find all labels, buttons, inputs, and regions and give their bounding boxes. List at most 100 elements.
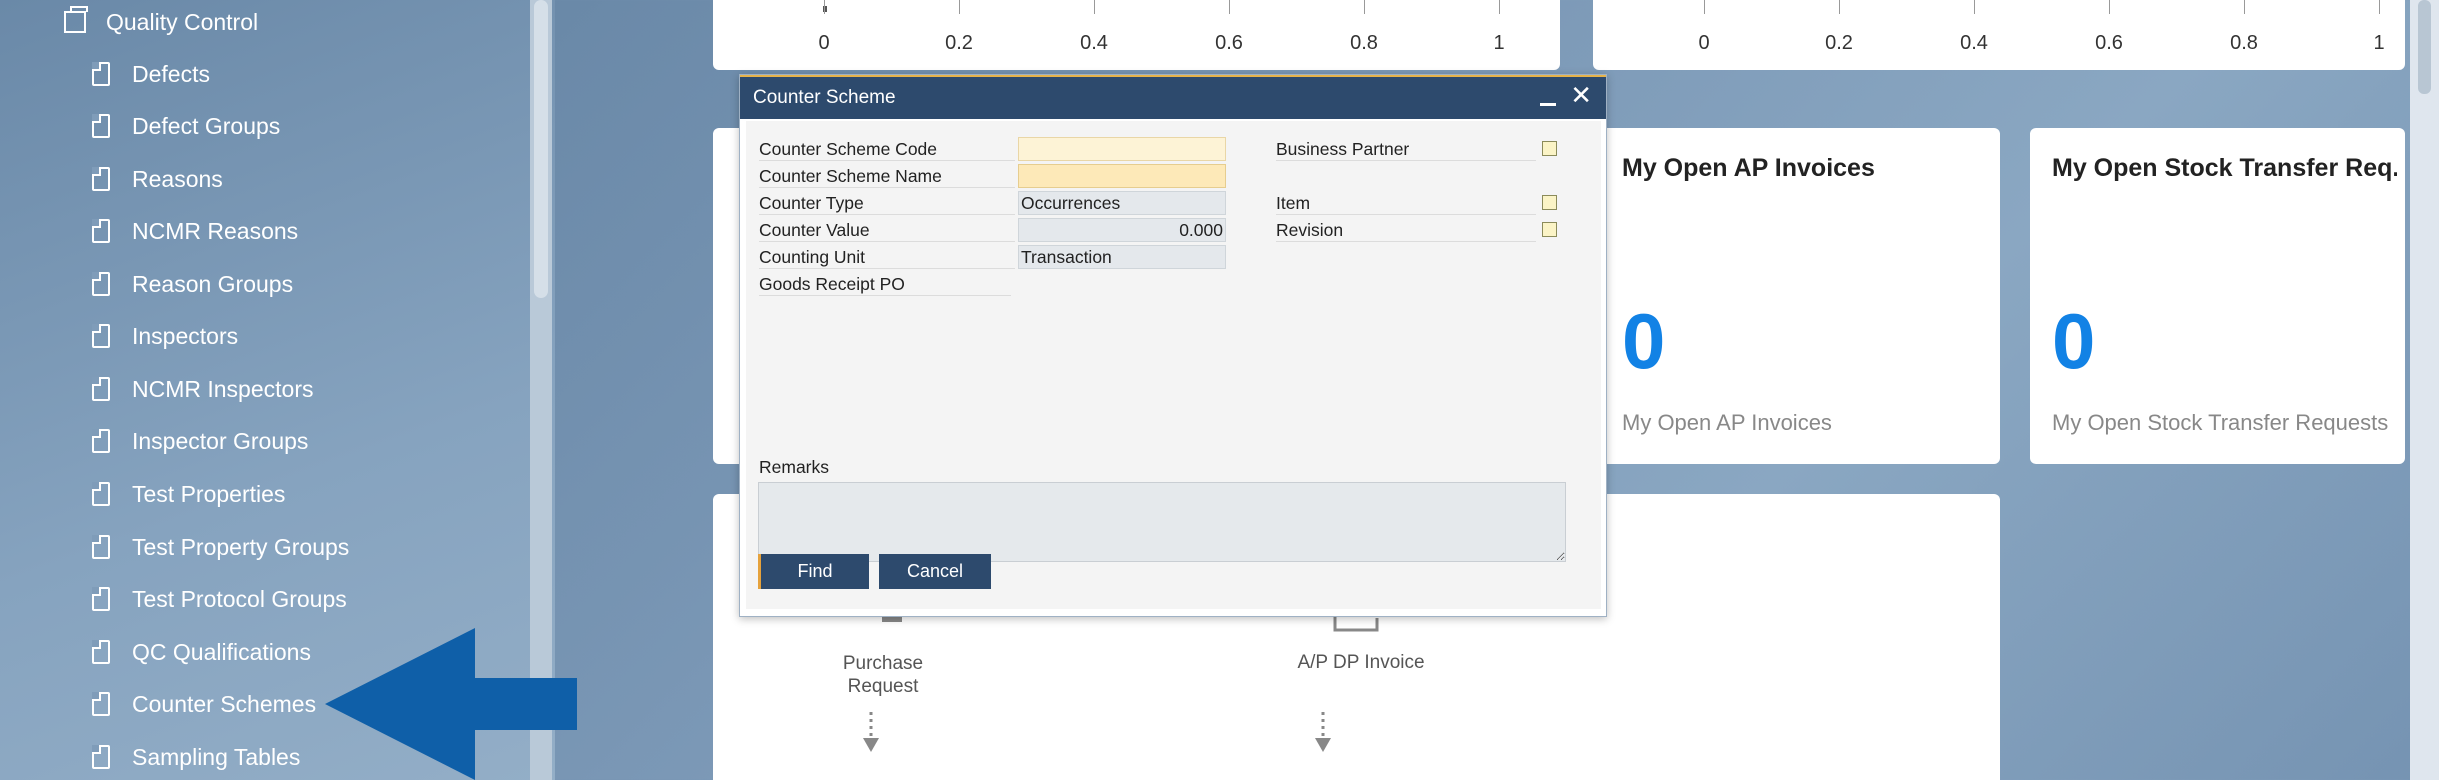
- document-icon: [92, 219, 110, 243]
- sidebar-item-test-protocol-groups[interactable]: Test Protocol Groups: [92, 579, 347, 619]
- page-scrollbar[interactable]: [2410, 0, 2439, 780]
- close-icon[interactable]: ✕: [1570, 79, 1592, 111]
- axis-tick-label: 1: [2373, 32, 2385, 54]
- sidebar-item-label: Defects: [132, 60, 210, 87]
- sidebar-item-label: Sampling Tables: [132, 743, 301, 770]
- axis-tick: [824, 0, 825, 14]
- document-icon: [92, 272, 110, 296]
- sidebar-item-defect-groups[interactable]: Defect Groups: [92, 106, 280, 146]
- item-checkbox[interactable]: [1542, 195, 1557, 210]
- chart-axis-left: 0 0.2 0.4 0.6 0.8 1: [713, 0, 1560, 60]
- card-subtitle: My Open AP Invoices: [1622, 410, 1832, 435]
- sidebar-item-qc-qualifications[interactable]: QC Qualifications: [92, 632, 311, 672]
- sidebar-item-test-property-groups[interactable]: Test Property Groups: [92, 527, 349, 567]
- flow-label-ap-dp-invoice[interactable]: A/P DP Invoice: [1281, 652, 1441, 674]
- axis-tick-label: 0.8: [1350, 32, 1378, 54]
- sidebar-item-inspector-groups[interactable]: Inspector Groups: [92, 421, 308, 461]
- sidebar-item-ncmr-reasons[interactable]: NCMR Reasons: [92, 211, 298, 251]
- item-label: Item: [1276, 191, 1536, 215]
- sidebar-item-sampling-tables[interactable]: Sampling Tables: [92, 737, 300, 777]
- document-icon: [92, 167, 110, 191]
- axis-tick: [1704, 0, 1705, 14]
- document-icon: [92, 482, 110, 506]
- card-title: My Open Stock Transfer Req...: [2052, 154, 2397, 182]
- axis-tick-label: 1: [1493, 32, 1505, 54]
- axis-tick: [1229, 0, 1230, 14]
- counter-value-label: Counter Value: [759, 218, 1015, 242]
- chart-card-right: 0 0.2 0.4 0.6 0.8 1: [1593, 0, 2405, 70]
- axis-tick-label: 0.2: [945, 32, 973, 54]
- pointer-arrow-icon: [325, 628, 577, 780]
- sidebar-item-label: NCMR Reasons: [132, 217, 299, 244]
- revision-checkbox[interactable]: [1542, 222, 1557, 237]
- axis-tick: [2244, 0, 2245, 14]
- chart-card-left: 0 0.2 0.4 0.6 0.8 1: [713, 0, 1560, 70]
- card-count: 0: [2052, 297, 2096, 385]
- document-icon: [92, 62, 110, 86]
- sidebar-scrollbar-thumb[interactable]: [534, 0, 548, 298]
- stock-transfer-card[interactable]: My Open Stock Transfer Req... 0 My Open …: [2030, 128, 2405, 464]
- axis-tick: [1499, 0, 1500, 14]
- sidebar-item-label: Test Property Groups: [132, 533, 350, 560]
- document-icon: [92, 377, 110, 401]
- counter-type-select[interactable]: Occurrences: [1018, 191, 1226, 215]
- dialog-title-bar[interactable]: Counter Scheme: [740, 75, 1606, 119]
- counter-scheme-name-input[interactable]: [1018, 164, 1226, 188]
- remarks-textarea[interactable]: [758, 482, 1566, 562]
- find-button[interactable]: Find: [758, 554, 869, 589]
- counter-value-field[interactable]: 0.000: [1018, 218, 1226, 242]
- document-icon: [92, 640, 110, 664]
- sidebar-item-label: Reason Groups: [132, 270, 294, 297]
- dialog-body: Counter Scheme Code Counter Scheme Name …: [746, 121, 1601, 609]
- sidebar-group-quality-control[interactable]: Quality Control: [64, 2, 258, 42]
- sidebar-item-inspectors[interactable]: Inspectors: [92, 316, 238, 356]
- counting-unit-select[interactable]: Transaction: [1018, 245, 1226, 269]
- axis-tick: [2379, 0, 2380, 14]
- counter-scheme-code-input[interactable]: [1018, 137, 1226, 161]
- axis-tick: [1839, 0, 1840, 14]
- card-count: 0: [1622, 297, 1666, 385]
- sidebar-item-reasons[interactable]: Reasons: [92, 159, 223, 199]
- axis-tick-label: 0: [1698, 32, 1710, 54]
- cancel-button[interactable]: Cancel: [879, 554, 991, 589]
- counter-type-label: Counter Type: [759, 191, 1015, 215]
- page-scrollbar-thumb[interactable]: [2418, 0, 2431, 94]
- counter-scheme-name-label: Counter Scheme Name: [759, 164, 1015, 188]
- sidebar-item-label: Defect Groups: [132, 112, 281, 139]
- card-subtitle: My Open Stock Transfer Requests: [2052, 410, 2389, 435]
- sidebar-item-label: Test Protocol Groups: [132, 585, 347, 612]
- sidebar-item-reason-groups[interactable]: Reason Groups: [92, 264, 293, 304]
- document-icon: [92, 324, 110, 348]
- business-partner-checkbox[interactable]: [1542, 141, 1557, 156]
- remarks-label: Remarks: [759, 457, 830, 477]
- folder-icon: [64, 6, 88, 33]
- counting-unit-label: Counting Unit: [759, 245, 1015, 269]
- axis-tick-label: 0: [818, 32, 830, 54]
- sidebar-item-test-properties[interactable]: Test Properties: [92, 474, 285, 514]
- minimize-icon[interactable]: [1538, 83, 1558, 111]
- counter-scheme-dialog: Counter Scheme ✕ Counter Scheme Code Cou…: [739, 74, 1607, 617]
- sidebar-item-label: Test Properties: [132, 480, 286, 507]
- document-icon: [92, 692, 110, 716]
- sidebar-item-label: QC Qualifications: [132, 638, 311, 665]
- goods-receipt-po-label: Goods Receipt PO: [759, 272, 1011, 296]
- sidebar-item-label: Inspectors: [132, 322, 239, 349]
- axis-tick: [1094, 0, 1095, 14]
- dialog-title: Counter Scheme: [753, 87, 896, 108]
- axis-tick-label: 0.4: [1080, 32, 1108, 54]
- flow-arrow-down-icon: [863, 712, 879, 752]
- card-title: My Open AP Invoices: [1622, 154, 1875, 182]
- sidebar-item-label: NCMR Inspectors: [132, 375, 314, 402]
- axis-tick-label: 0.8: [2230, 32, 2258, 54]
- document-icon: [92, 114, 110, 138]
- sidebar-item-label: Inspector Groups: [132, 427, 309, 454]
- sidebar-item-defects[interactable]: Defects: [92, 54, 210, 94]
- counter-scheme-code-label: Counter Scheme Code: [759, 137, 1015, 161]
- flow-arrow-down-icon: [1315, 712, 1331, 752]
- ap-invoices-card[interactable]: My Open AP Invoices 0 My Open AP Invoice…: [1600, 128, 2000, 464]
- sidebar-item-counter-schemes[interactable]: Counter Schemes: [92, 684, 316, 724]
- chart-axis-right: 0 0.2 0.4 0.6 0.8 1: [1593, 0, 2405, 60]
- flow-label-purchase-request[interactable]: Purchase Request: [823, 652, 943, 698]
- sidebar-item-ncmr-inspectors[interactable]: NCMR Inspectors: [92, 369, 313, 409]
- sidebar-item-label: Counter Schemes: [132, 690, 317, 717]
